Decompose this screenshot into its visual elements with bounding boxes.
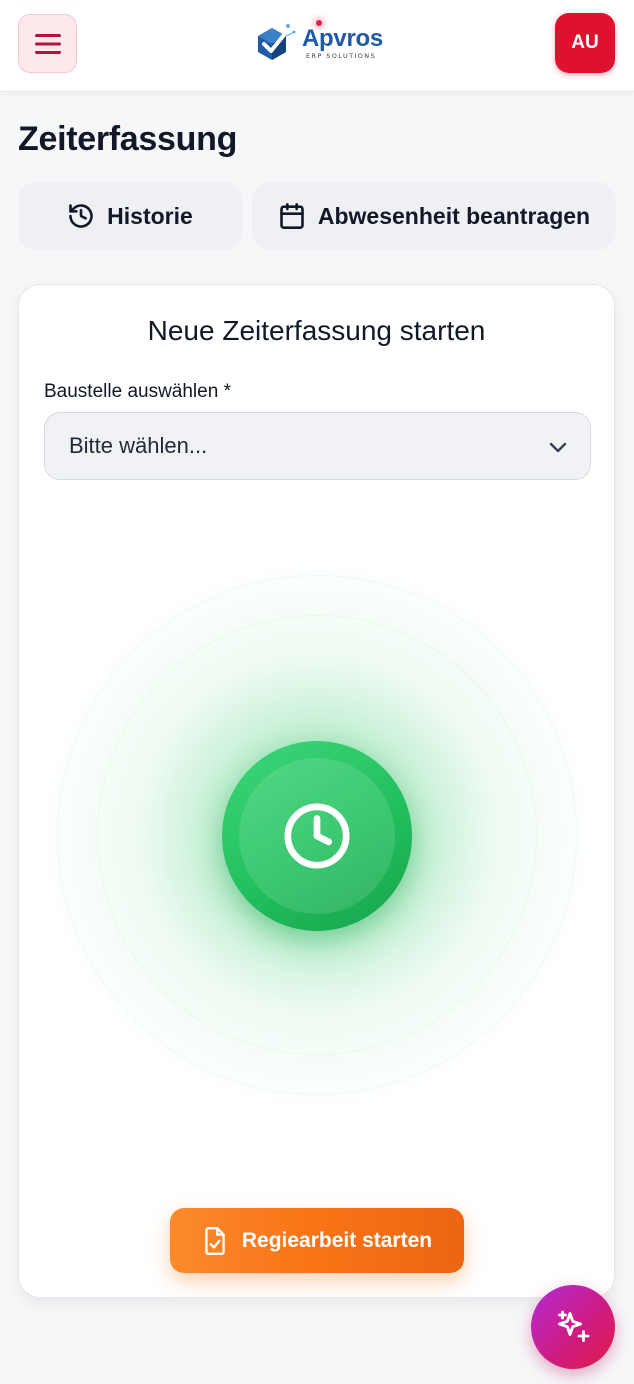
app-header: Apvros ERP SOLUTIONS AU <box>0 0 634 92</box>
calendar-icon <box>280 203 304 229</box>
history-button-label: Historie <box>107 202 193 229</box>
user-avatar[interactable]: AU <box>555 13 615 73</box>
ai-assistant-button[interactable] <box>531 1285 615 1369</box>
start-regie-button[interactable]: Regiearbeit starten <box>170 1208 464 1273</box>
card-title: Neue Zeiterfassung starten <box>147 315 486 346</box>
file-check-icon <box>205 1226 225 1255</box>
request-absence-button[interactable]: Abwesenheit beantragen <box>252 182 616 250</box>
history-button[interactable]: Historie <box>18 182 242 250</box>
sparkles-icon <box>558 1310 590 1342</box>
notification-dot <box>316 20 322 26</box>
hamburger-icon <box>34 33 61 54</box>
chevron-down-icon <box>549 442 567 453</box>
menu-button[interactable] <box>18 14 77 73</box>
site-select-label: Baustelle auswählen * <box>44 381 231 402</box>
logo-mark-icon <box>252 18 298 68</box>
brand-subtitle: ERP SOLUTIONS <box>306 52 377 60</box>
brand-logo[interactable]: Apvros ERP SOLUTIONS <box>252 18 383 68</box>
time-tracking-card: Neue Zeiterfassung starten Baustelle aus… <box>18 284 615 1298</box>
site-select[interactable]: Bitte wählen... <box>44 412 591 480</box>
site-select-value: Bitte wählen... <box>69 433 208 458</box>
page-title: Zeiterfassung <box>18 120 238 158</box>
start-tracking-button[interactable] <box>222 741 412 931</box>
clock-icon <box>284 803 350 869</box>
brand-name: Apvros <box>302 25 383 52</box>
start-regie-label: Regiearbeit starten <box>241 1228 433 1252</box>
history-icon <box>69 204 93 228</box>
request-absence-label: Abwesenheit beantragen <box>317 202 591 229</box>
